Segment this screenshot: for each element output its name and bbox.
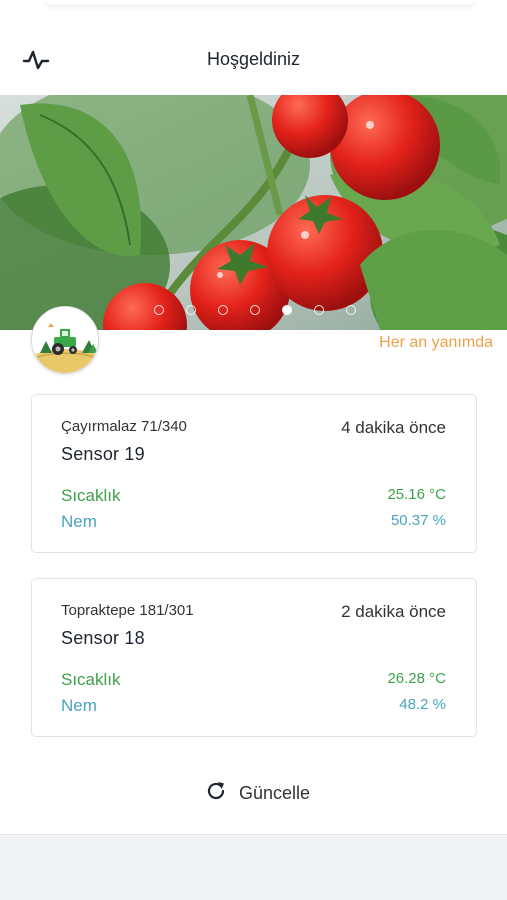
refresh-button[interactable]: Güncelle <box>205 780 310 806</box>
carousel-dot[interactable] <box>313 305 324 315</box>
sensor-name: Sensor 18 <box>61 628 145 648</box>
carousel-dot[interactable] <box>249 305 260 315</box>
temperature-label: Sıcaklık <box>61 486 121 505</box>
temperature-value: 25.16 °C <box>387 486 446 503</box>
carousel-dot[interactable] <box>217 305 228 315</box>
humidity-value: 48.2 % <box>399 696 446 713</box>
humidity-label: Nem <box>61 696 97 715</box>
carousel-dot[interactable] <box>185 305 196 315</box>
sensor-card[interactable]: Topraktepe 181/301 2 dakika önce Sensor … <box>31 578 477 737</box>
sensor-card[interactable]: Çayırmalaz 71/340 4 dakika önce Sensor 1… <box>31 394 477 553</box>
carousel-dot[interactable] <box>153 305 164 315</box>
bottom-bar <box>0 834 507 900</box>
sensor-last-update: 4 dakika önce <box>341 418 446 437</box>
humidity-label: Nem <box>61 512 97 531</box>
app-header: Hoşgeldiniz <box>0 36 507 84</box>
temperature-value: 26.28 °C <box>387 670 446 687</box>
tagline: Her an yanımda <box>379 334 493 351</box>
hero-carousel[interactable] <box>0 95 507 330</box>
tomato-plant-photo <box>0 95 507 330</box>
sensor-last-update: 2 dakika önce <box>341 602 446 621</box>
carousel-dot[interactable] <box>345 305 356 315</box>
carousel-dot-active[interactable] <box>281 305 292 315</box>
sensor-location: Topraktepe 181/301 <box>61 602 194 619</box>
humidity-value: 50.37 % <box>390 512 446 529</box>
temperature-label: Sıcaklık <box>61 670 121 689</box>
page-title: Hoşgeldiniz <box>206 49 301 69</box>
top-sheet-edge <box>45 0 475 6</box>
refresh-icon <box>205 780 227 807</box>
refresh-label: Güncelle <box>239 782 311 803</box>
sensor-location: Çayırmalaz 71/340 <box>61 418 187 435</box>
farm-tractor-logo <box>31 306 99 374</box>
sensor-name: Sensor 19 <box>61 444 145 464</box>
